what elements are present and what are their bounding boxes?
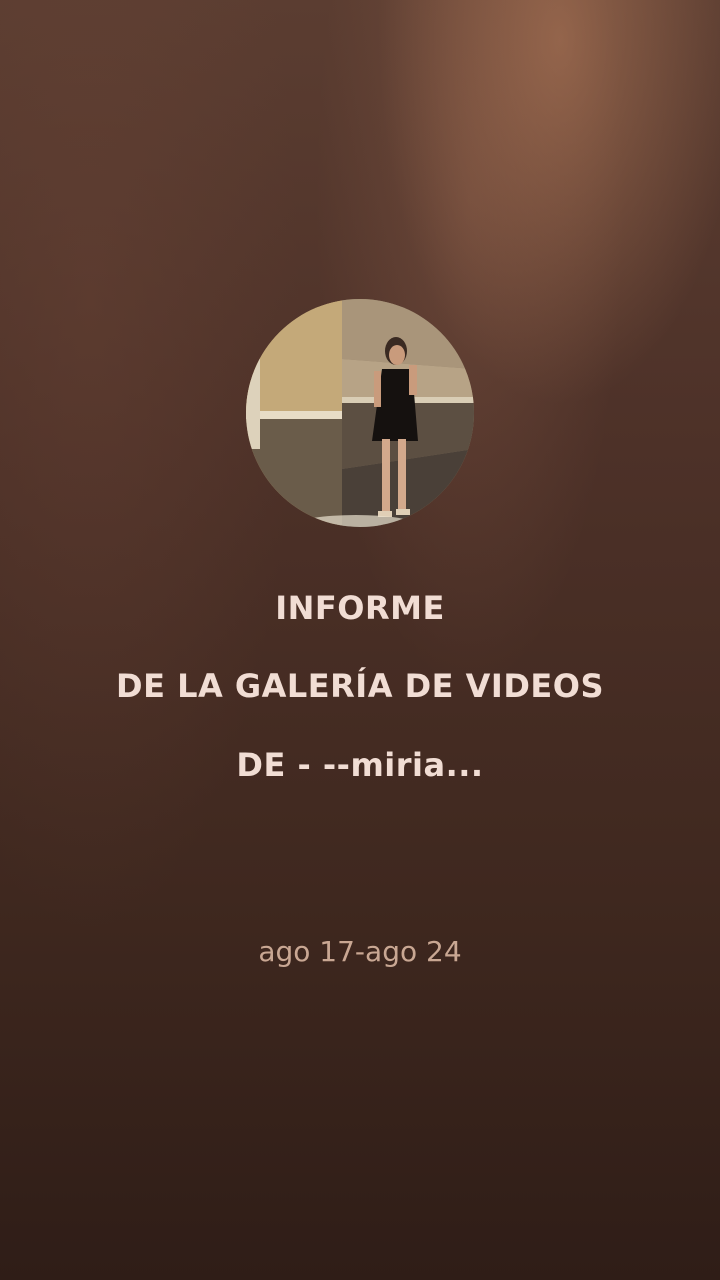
avatar-photo bbox=[246, 299, 474, 527]
profile-avatar bbox=[246, 299, 474, 527]
report-title-line-3: DE - --miria... bbox=[236, 746, 484, 784]
story-screen[interactable]: INFORME DE LA GALERÍA DE VIDEOS DE - --m… bbox=[0, 0, 720, 1280]
date-range: ago 17-ago 24 bbox=[258, 935, 462, 968]
report-title-line-1: INFORME bbox=[275, 589, 445, 627]
report-title-line-2: DE LA GALERÍA DE VIDEOS bbox=[116, 667, 604, 705]
